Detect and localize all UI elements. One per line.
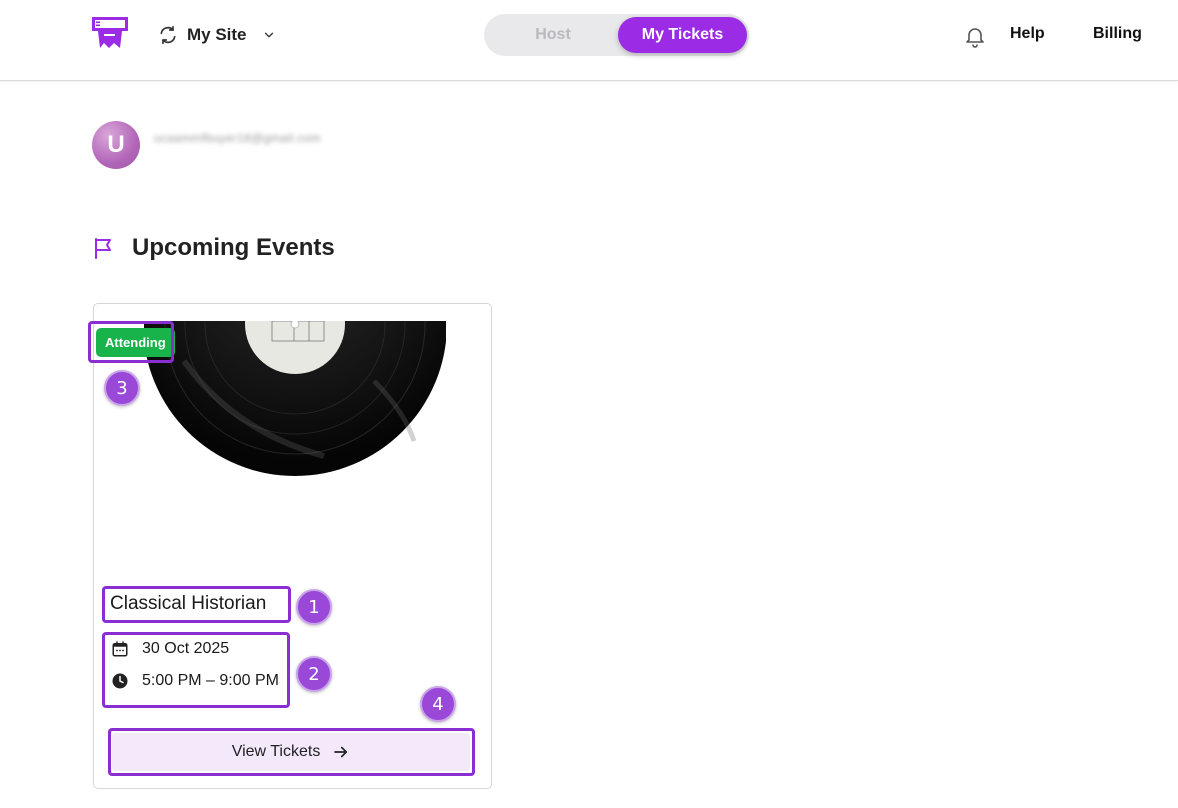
highlight-event-datetime [102, 632, 290, 708]
ticket-logo-icon[interactable] [90, 16, 130, 50]
highlight-event-title [102, 586, 291, 623]
section-title: Upcoming Events [132, 234, 335, 261]
site-selector-label: My Site [187, 25, 247, 44]
annotation-marker-2: 2 [296, 656, 332, 692]
highlight-attending-badge [88, 321, 174, 363]
flag-icon [95, 238, 111, 259]
user-avatar: U [92, 121, 140, 169]
mode-toggle: Host My Tickets [484, 14, 749, 56]
help-link[interactable]: Help [1010, 25, 1045, 43]
top-bar: My Site Host My Tickets Help Billing [0, 0, 1178, 81]
billing-link[interactable]: Billing [1093, 25, 1142, 43]
annotation-marker-4: 4 [420, 686, 456, 722]
swap-arrows-icon [160, 25, 176, 45]
event-cover-image[interactable] [144, 321, 446, 479]
chevron-down-icon [264, 32, 273, 38]
host-tab[interactable]: Host [488, 17, 618, 53]
highlight-view-tickets [108, 728, 475, 776]
notification-bell-icon[interactable] [963, 24, 987, 48]
my-tickets-tab[interactable]: My Tickets [618, 17, 747, 53]
user-email: ucaammfbuyer18@gmail.com [154, 131, 321, 145]
annotation-marker-1: 1 [296, 589, 332, 625]
site-selector[interactable]: My Site [158, 22, 276, 48]
annotation-marker-3: 3 [104, 370, 140, 406]
